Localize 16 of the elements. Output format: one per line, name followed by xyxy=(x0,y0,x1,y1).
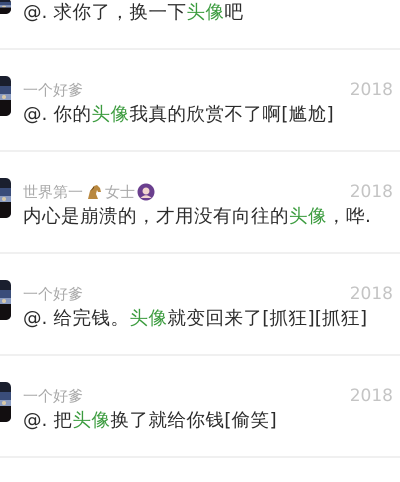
user-name: 一个好爹 xyxy=(23,284,83,304)
comment-date: 2018 xyxy=(350,80,393,100)
avatar-badge-icon xyxy=(137,183,155,201)
user-name: 女士 xyxy=(105,182,135,202)
comment-text: 内心是崩溃的，才用没有向往的头像，哗. xyxy=(23,205,372,229)
comment-text: @. 把头像换了就给你钱[偷笑] xyxy=(23,409,278,433)
user-name: 一个好爹 xyxy=(23,386,83,406)
comment-date: 2018 xyxy=(350,182,393,202)
comment-text: @. 给完钱。头像就变回来了[抓狂][抓狂] xyxy=(23,307,368,331)
comment-date: 2018 xyxy=(350,386,393,406)
horse-icon xyxy=(85,184,103,200)
comment-text: @. 求你了，换一下头像吧 xyxy=(23,1,244,25)
comment-text: @. 你的头像我真的欣赏不了啊[尴尬] xyxy=(23,103,335,127)
user-name: 一个好爹 xyxy=(23,80,83,100)
user-name: 世界第一 xyxy=(23,182,83,202)
comment-date: 2018 xyxy=(350,284,393,304)
